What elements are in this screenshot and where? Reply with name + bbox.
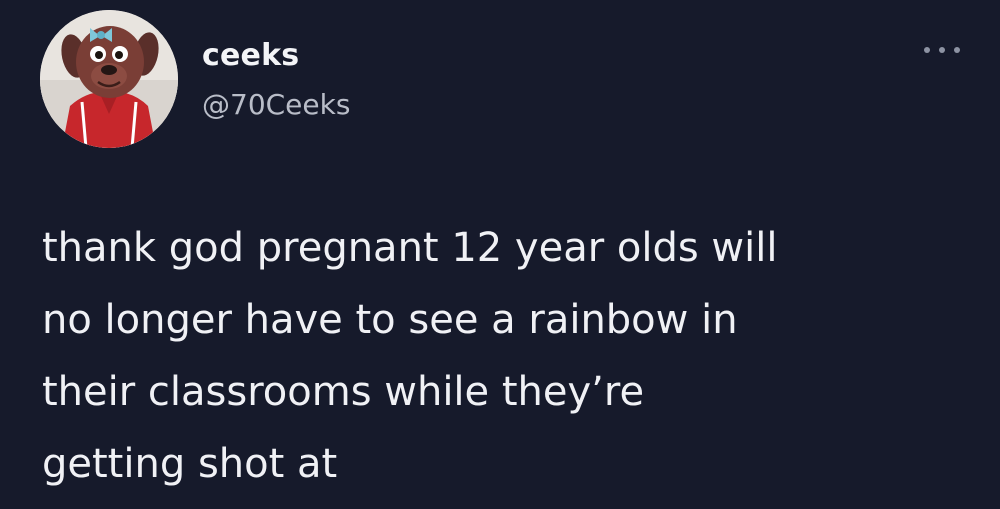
tweet-text-line: thank god pregnant 12 year olds will: [42, 225, 778, 271]
user-handle[interactable]: @70Ceeks: [202, 88, 350, 121]
avatar[interactable]: [40, 10, 178, 148]
tweet-card: ceeks @70Ceeks thank god pregnant 12 yea…: [0, 0, 1000, 509]
display-name[interactable]: ceeks: [202, 38, 299, 73]
more-dot: [954, 47, 960, 53]
more-dot: [924, 47, 930, 53]
more-horizontal-icon[interactable]: [922, 38, 962, 62]
avatar-image: [40, 10, 178, 148]
tweet-text-line: their classrooms while they’re: [42, 369, 645, 415]
more-dot: [939, 47, 945, 53]
tweet-text: thank god pregnant 12 year olds will no …: [42, 212, 972, 500]
tweet-text-line: getting shot at: [42, 441, 338, 487]
tweet-text-line: no longer have to see a rainbow in: [42, 297, 738, 343]
